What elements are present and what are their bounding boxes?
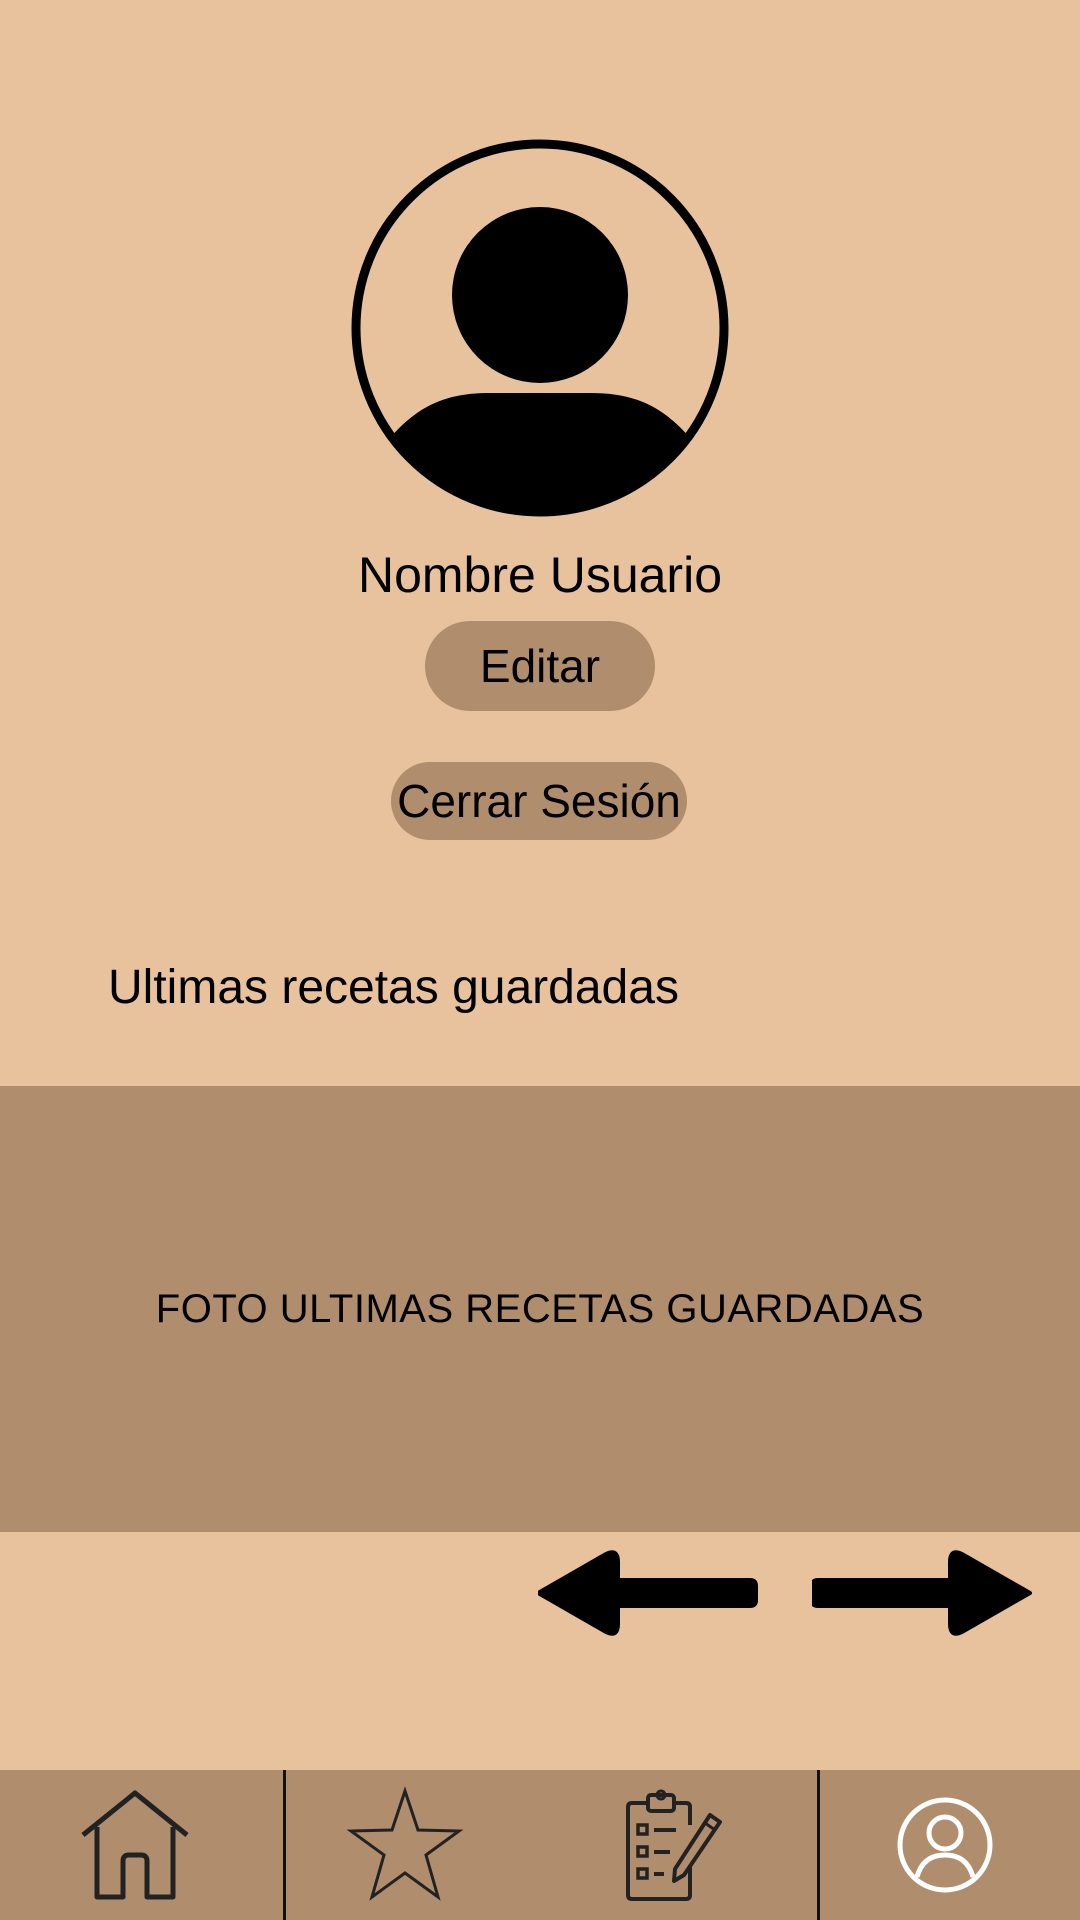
navbar-divider [817, 1770, 820, 1920]
photo-placeholder-text: FOTO ULTIMAS RECETAS GUARDADAS [155, 1286, 925, 1331]
arrow-right-icon [810, 1550, 1032, 1636]
next-button[interactable] [810, 1548, 1042, 1638]
logout-button-label: Cerrar Sesión [397, 775, 681, 827]
star-icon [346, 1786, 464, 1901]
user-avatar-icon [351, 139, 729, 517]
navbar-divider [283, 1770, 286, 1920]
saved-recipes-title: Ultimas recetas guardadas [108, 961, 679, 1014]
arrow-left-icon [536, 1550, 758, 1636]
avatar [350, 138, 730, 518]
username: Nombre Usuario [357, 547, 722, 603]
profile-icon [897, 1797, 993, 1893]
nav-profile[interactable] [810, 1770, 1080, 1920]
saved-recipes-photo[interactable]: FOTO ULTIMAS RECETAS GUARDADAS [0, 1086, 1080, 1532]
home-icon [81, 1790, 189, 1900]
nav-recipes[interactable] [540, 1770, 810, 1920]
nav-favorites[interactable] [270, 1770, 540, 1920]
edit-button-label: Editar [479, 640, 601, 692]
edit-button[interactable]: Editar [425, 621, 655, 711]
previous-button[interactable] [536, 1548, 768, 1638]
clipboard-edit-icon [626, 1789, 722, 1901]
bottom-navbar [0, 1770, 1080, 1920]
logout-button[interactable]: Cerrar Sesión [391, 762, 687, 840]
nav-home[interactable] [0, 1770, 270, 1920]
